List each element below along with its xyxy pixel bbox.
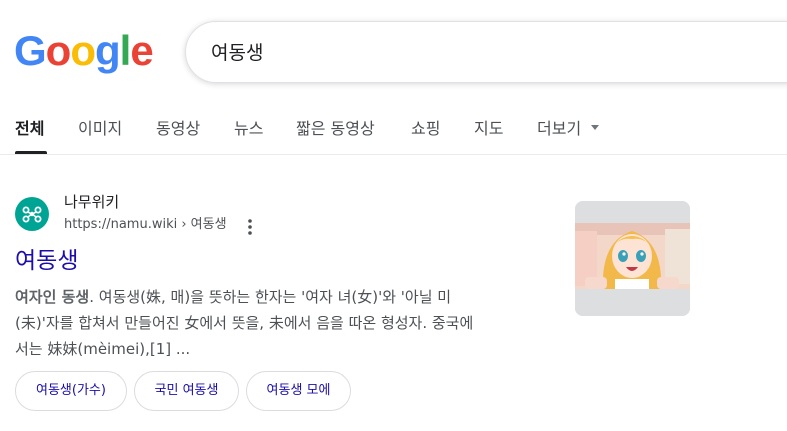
tab-images[interactable]: 이미지 bbox=[78, 118, 122, 140]
namuwiki-logo-icon[interactable] bbox=[15, 197, 49, 231]
tab-more-label: 더보기 bbox=[537, 119, 582, 138]
result-url[interactable]: https://namu.wiki › 여동생 bbox=[64, 215, 227, 235]
tab-news[interactable]: 뉴스 bbox=[234, 118, 263, 140]
tab-short-videos[interactable]: 짧은 동영상 bbox=[296, 118, 375, 140]
chevron-down-icon bbox=[591, 125, 600, 130]
snippet-text: . 여동생(姝, 매)을 뜻하는 한자는 '여자 녀(女)'와 '아닐 미 bbox=[89, 288, 452, 306]
search-input[interactable]: 여동생 bbox=[211, 39, 263, 67]
search-tabs: 전체 이미지 동영상 뉴스 짧은 동영상 쇼핑 지도 더보기 bbox=[0, 112, 787, 156]
logo-letter: g bbox=[94, 27, 121, 74]
related-chip[interactable]: 여동생 모에 bbox=[246, 371, 351, 411]
snippet-bold-term: 여자인 동생 bbox=[15, 288, 90, 306]
tabs-divider bbox=[0, 154, 787, 155]
logo-letter: l bbox=[119, 27, 132, 74]
result-title-link[interactable]: 여동생 bbox=[15, 244, 78, 278]
snippet-text: 서는 妹妹(mèimei),[1] ... bbox=[15, 340, 191, 358]
related-chip[interactable]: 여동생(가수) bbox=[15, 371, 127, 411]
tab-all[interactable]: 전체 bbox=[15, 118, 44, 140]
google-search-results-page: Google 여동생 전체 이미지 동영상 뉴스 짧은 동영상 쇼핑 지도 더보… bbox=[0, 0, 787, 431]
logo-letter: o bbox=[70, 27, 96, 74]
tab-videos[interactable]: 동영상 bbox=[156, 118, 200, 140]
google-logo[interactable]: Google bbox=[14, 27, 154, 74]
snippet-text: (未)'자를 합쳐서 만들어진 女에서 뜻을, 未에서 음을 따온 형성자. 중… bbox=[15, 314, 474, 332]
logo-letter: o bbox=[45, 27, 72, 74]
result-site-name[interactable]: 나무위키 bbox=[64, 191, 119, 213]
tab-maps[interactable]: 지도 bbox=[474, 118, 503, 140]
search-box[interactable]: 여동생 bbox=[185, 21, 787, 83]
logo-letter: G bbox=[14, 27, 47, 74]
anime-girl-thumbnail[interactable] bbox=[575, 201, 690, 316]
logo-letter: e bbox=[130, 27, 153, 74]
tab-more[interactable]: 더보기 bbox=[537, 118, 600, 140]
related-chip[interactable]: 국민 여동생 bbox=[134, 371, 239, 411]
tab-shopping[interactable]: 쇼핑 bbox=[411, 118, 440, 140]
more-options-icon[interactable] bbox=[244, 217, 256, 237]
result-snippet: 여자인 동생. 여동생(姝, 매)을 뜻하는 한자는 '여자 녀(女)'와 '아… bbox=[15, 284, 555, 362]
